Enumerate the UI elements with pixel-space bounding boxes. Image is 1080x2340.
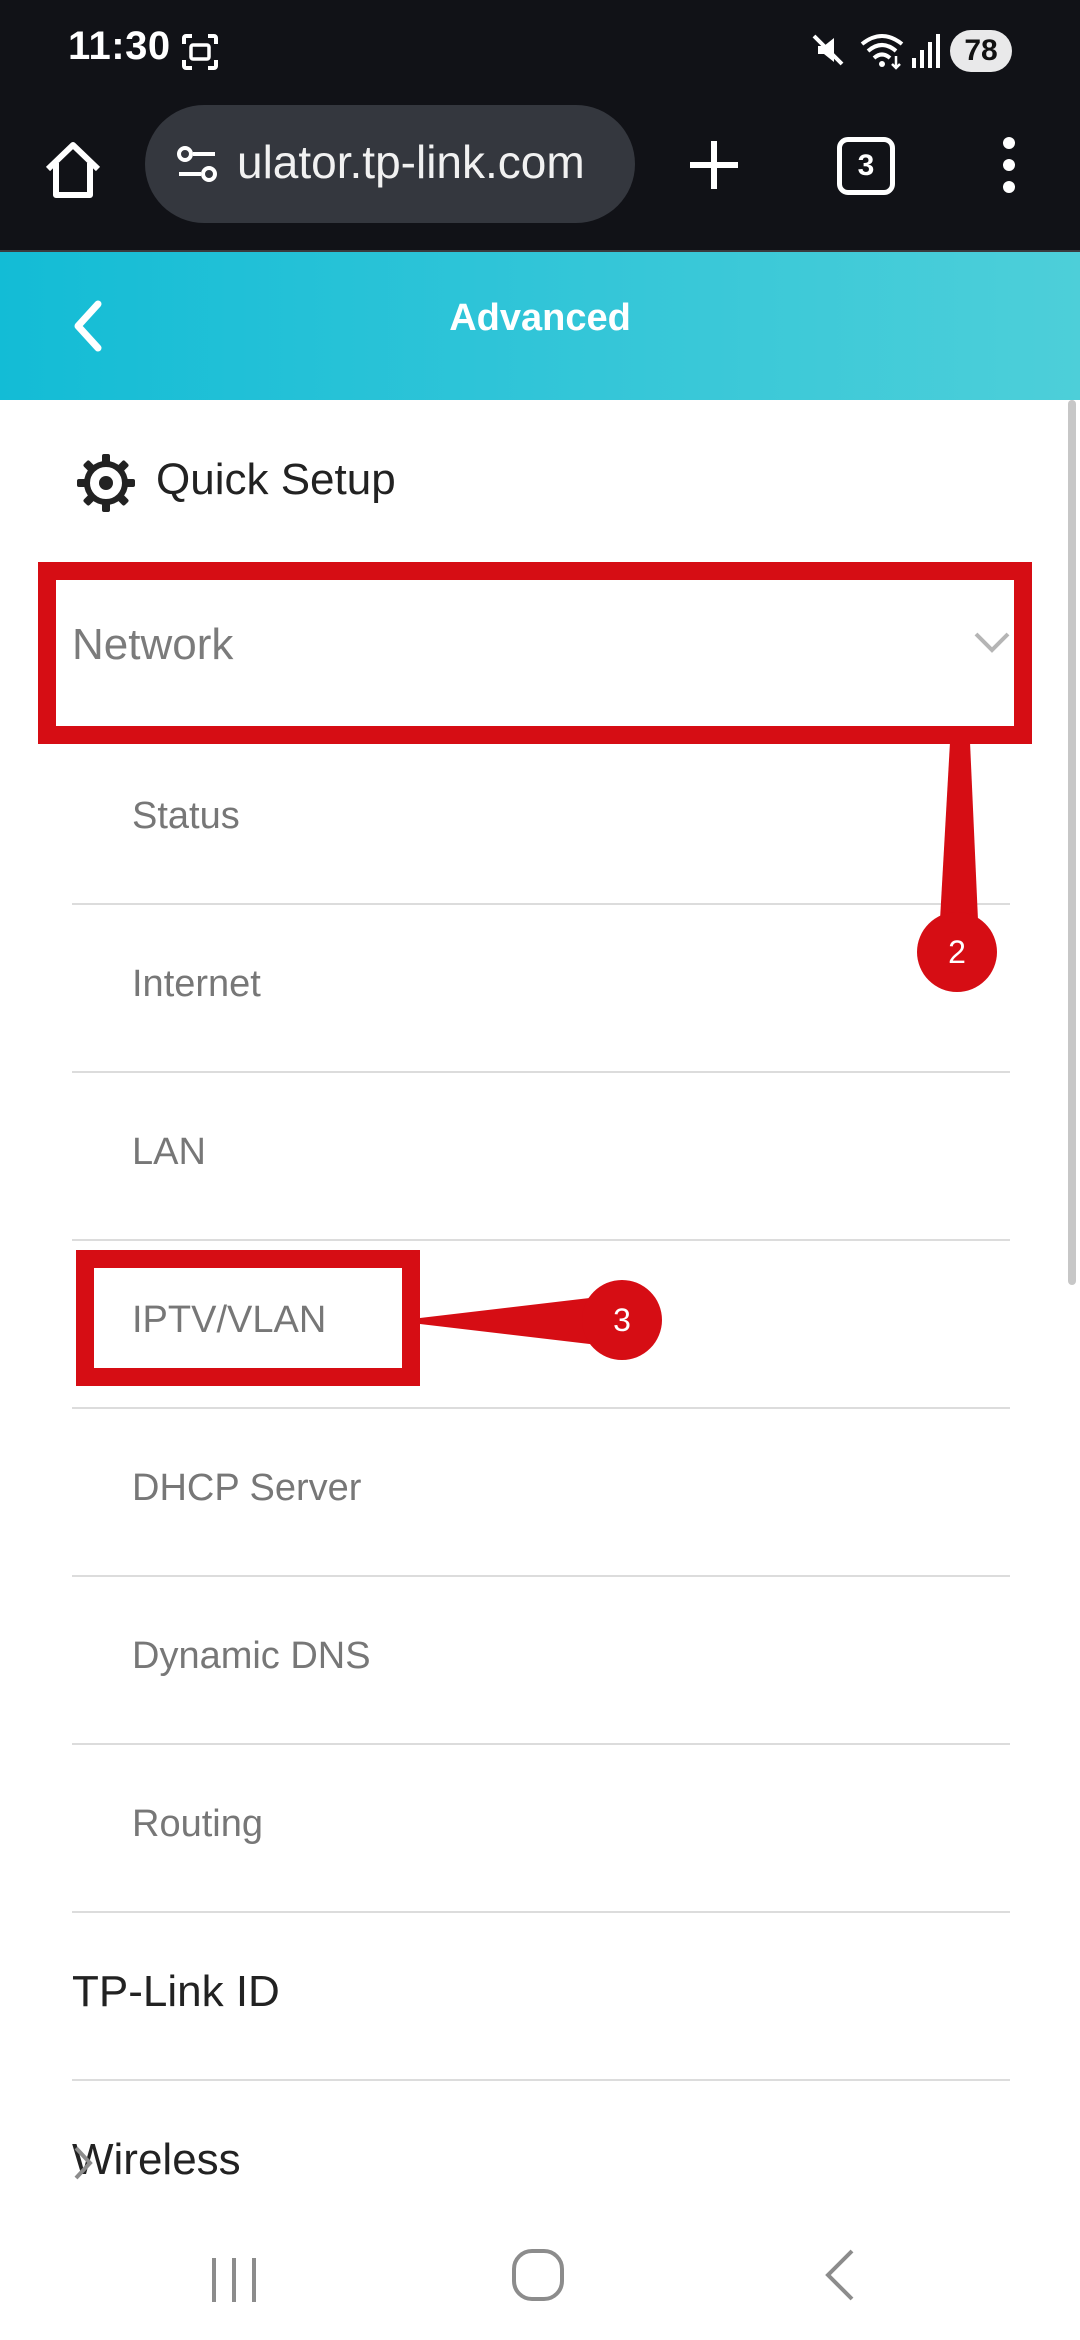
iptv-vlan-highlight-box [76,1250,420,1386]
submenu-item-lan[interactable]: LAN [72,1071,1010,1241]
url-bar[interactable]: ulator.tp-link.com [145,105,635,223]
recents-icon [212,2258,256,2302]
battery-indicator: 78 [950,30,1012,72]
browser-menu-button[interactable] [994,135,1024,195]
tab-switcher-button[interactable]: 3 [837,137,895,195]
back-icon [825,2249,854,2301]
menu-item-label: TP-Link ID [72,1967,280,2016]
submenu-item-label: LAN [132,1131,206,1173]
mute-icon [808,30,848,75]
submenu-item-label: Internet [132,963,261,1005]
screenshot-icon [180,32,220,77]
quick-setup-item[interactable]: Quick Setup [156,455,396,505]
submenu-item-dynamic-dns[interactable]: Dynamic DNS [72,1575,1010,1745]
submenu-item-label: DHCP Server [132,1467,362,1509]
site-settings-icon[interactable] [175,142,221,191]
home-icon [45,142,101,198]
recents-button[interactable] [204,2250,264,2315]
submenu-item-status[interactable]: Status [72,735,1010,905]
back-button[interactable] [68,298,108,354]
new-tab-button[interactable] [684,135,744,195]
step-marker-3: 3 [582,1280,662,1360]
home-nav-button[interactable] [508,2245,568,2310]
more-vert-icon [1003,137,1015,193]
page-title: Advanced [449,297,631,339]
plus-icon [690,141,738,189]
submenu-item-dhcp-server[interactable]: DHCP Server [72,1407,1010,1577]
submenu-item-label: Dynamic DNS [132,1635,371,1677]
chevron-right-icon [72,2143,990,2193]
clock: 11:30 [68,24,171,68]
gear-icon [76,453,136,518]
home-button[interactable] [38,135,108,205]
chevron-left-icon [74,300,102,352]
submenu-item-internet[interactable]: Internet [72,903,1010,1073]
back-nav-button[interactable] [820,2245,860,2310]
network-highlight-box [38,562,1032,744]
scrollbar[interactable] [1068,400,1076,1285]
submenu-item-label: Routing [132,1803,263,1845]
signal-icon [910,30,942,75]
submenu-item-routing[interactable]: Routing [72,1743,1010,1913]
submenu-item-label: Status [132,795,240,837]
step-marker-2: 2 [917,912,997,992]
url-text: ulator.tp-link.com [237,136,585,188]
menu-item-tplink-id[interactable]: TP-Link ID [72,1911,1010,2081]
home-circle-icon [512,2249,564,2301]
wifi-icon [858,30,906,75]
